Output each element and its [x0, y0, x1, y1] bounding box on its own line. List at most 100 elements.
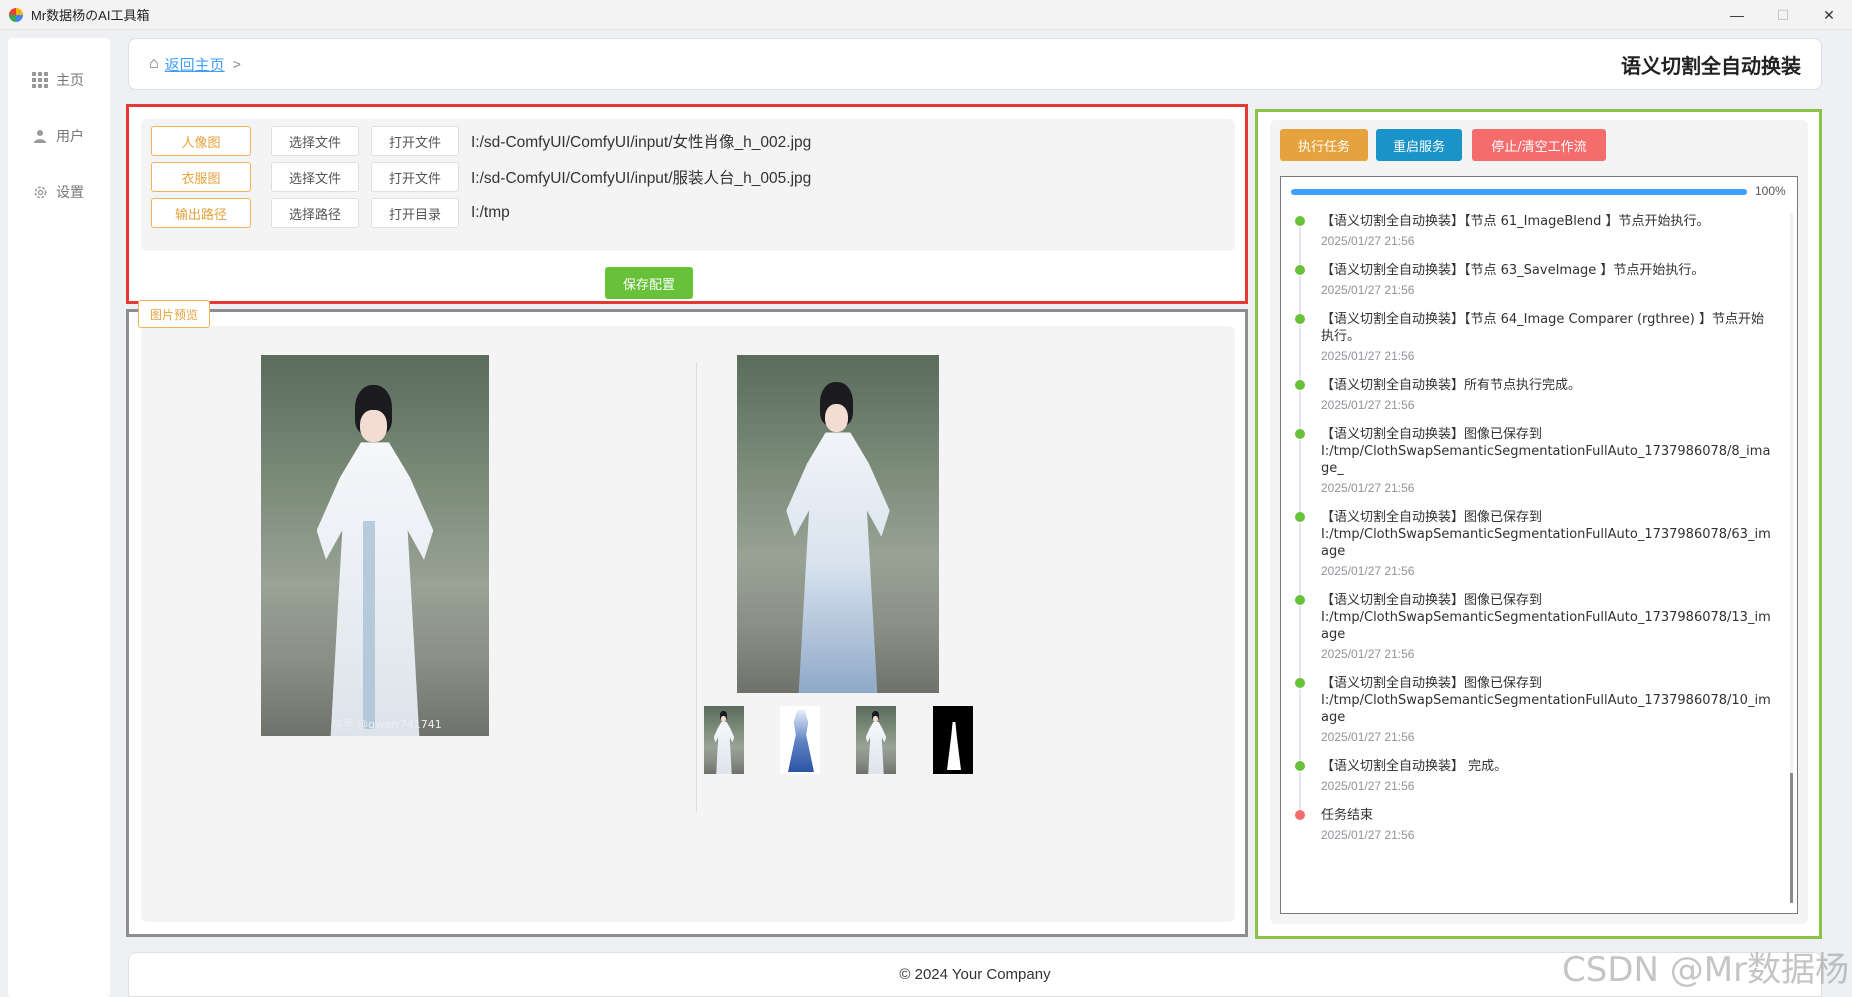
- sidebar-item-label: 用户: [56, 128, 84, 144]
- progress-fill: [1291, 189, 1747, 195]
- timeline-line: [1299, 325, 1301, 383]
- log-scrollbar-thumb[interactable]: [1790, 773, 1793, 903]
- log-time: 2025/01/27 21:56: [1321, 779, 1415, 793]
- page-header: ⌂ 返回主页 > 语义切割全自动换装: [128, 38, 1822, 90]
- stop-clear-workflow-button[interactable]: 停止/清空工作流: [1472, 129, 1606, 161]
- preview-divider: [696, 362, 697, 812]
- output-path: I:/tmp: [471, 204, 510, 221]
- status-dot-icon: [1295, 810, 1305, 820]
- config-row-output: 输出路径 选择路径 打开目录 I:/tmp: [151, 197, 510, 229]
- progress-bar: [1291, 189, 1747, 195]
- output-tag: 输出路径: [151, 198, 251, 228]
- open-portrait-button[interactable]: 打开文件: [371, 126, 459, 156]
- log-item: 【语义切割全自动换装】【节点 61_ImageBlend 】节点开始执行。 202…: [1295, 213, 1773, 268]
- portrait-image: 快手 @qwerr741741: [261, 355, 489, 736]
- log-item: 【语义切割全自动换装】图像已保存到 I:/tmp/ClothSwapSemant…: [1295, 426, 1773, 515]
- page-title: 语义切割全自动换装: [1621, 55, 1801, 78]
- select-output-button[interactable]: 选择路径: [271, 198, 359, 228]
- sidebar-item-user[interactable]: 用户: [8, 108, 110, 164]
- status-dot-icon: [1295, 761, 1305, 771]
- csdn-watermark: CSDN @Mr数据杨: [1562, 950, 1850, 990]
- log-item: 任务结束 2025/01/27 21:56: [1295, 807, 1773, 842]
- portrait-path: I:/sd-ComfyUI/ComfyUI/input/女性肖像_h_002.j…: [471, 134, 812, 151]
- open-output-dir-button[interactable]: 打开目录: [371, 198, 459, 228]
- log-time: 2025/01/27 21:56: [1321, 349, 1415, 363]
- status-dot-icon: [1295, 429, 1305, 439]
- status-dot-icon: [1295, 380, 1305, 390]
- run-task-button[interactable]: 执行任务: [1280, 129, 1368, 161]
- sidebar-item-label: 设置: [56, 184, 84, 200]
- select-cloth-button[interactable]: 选择文件: [271, 162, 359, 192]
- progress-text: 100%: [1755, 184, 1786, 198]
- config-panel: 人像图 选择文件 打开文件 I:/sd-ComfyUI/ComfyUI/inpu…: [126, 104, 1248, 304]
- sidebar-item-settings[interactable]: 设置: [8, 164, 110, 220]
- log-item: 【语义切割全自动换装】图像已保存到 I:/tmp/ClothSwapSemant…: [1295, 509, 1773, 598]
- config-form: 人像图 选择文件 打开文件 I:/sd-ComfyUI/ComfyUI/inpu…: [141, 119, 1235, 251]
- log-item: 【语义切割全自动换装】【节点 63_SaveImage 】节点开始执行。 2025…: [1295, 262, 1773, 317]
- sidebar-item-home[interactable]: 主页: [8, 52, 110, 108]
- preview-tag: 图片预览: [138, 300, 210, 328]
- status-dot-icon: [1295, 265, 1305, 275]
- status-dot-icon: [1295, 314, 1305, 324]
- mask-thumbnail[interactable]: [933, 706, 973, 774]
- log-timeline: 【语义切割全自动换装】【节点 61_ImageBlend 】节点开始执行。 202…: [1295, 213, 1773, 856]
- user-icon: [32, 128, 48, 144]
- status-dot-icon: [1295, 678, 1305, 688]
- close-button[interactable]: ✕: [1806, 0, 1852, 30]
- save-config-button[interactable]: 保存配置: [605, 267, 693, 299]
- result-image[interactable]: [737, 355, 939, 693]
- portrait-tag: 人像图: [151, 126, 251, 156]
- result-thumbnail[interactable]: [704, 706, 744, 774]
- log-scrollbar[interactable]: [1790, 213, 1793, 903]
- status-dot-icon: [1295, 512, 1305, 522]
- log-time: 2025/01/27 21:56: [1321, 481, 1415, 495]
- sidebar: 主页 用户 设置: [8, 38, 110, 997]
- log-time: 2025/01/27 21:56: [1321, 283, 1415, 297]
- log-item: 【语义切割全自动换装】图像已保存到 I:/tmp/ClothSwapSemant…: [1295, 675, 1773, 764]
- status-dot-icon: [1295, 216, 1305, 226]
- preview-panel: 快手 @qwerr741741: [126, 309, 1248, 937]
- grid-icon: [32, 72, 48, 88]
- log-text: 【语义切割全自动换装】所有节点执行完成。: [1321, 378, 1582, 393]
- minimize-button[interactable]: —: [1714, 0, 1760, 30]
- breadcrumb-separator: >: [232, 56, 241, 72]
- timeline-line: [1299, 523, 1301, 598]
- log-item: 【语义切割全自动换装】所有节点执行完成。 2025/01/27 21:56: [1295, 377, 1773, 432]
- gear-icon: [32, 184, 48, 200]
- log-text: 任务结束: [1321, 808, 1374, 823]
- log-text: 【语义切割全自动换装】 完成。: [1321, 759, 1508, 774]
- log-time: 2025/01/27 21:56: [1321, 828, 1415, 842]
- sidebar-item-label: 主页: [56, 72, 84, 88]
- log-text: 【语义切割全自动换装】图像已保存到 I:/tmp/ClothSwapSemant…: [1321, 593, 1771, 642]
- log-time: 2025/01/27 21:56: [1321, 647, 1415, 661]
- window-title: Mr数据杨のAI工具箱: [31, 8, 150, 23]
- open-cloth-button[interactable]: 打开文件: [371, 162, 459, 192]
- restart-service-button[interactable]: 重启服务: [1376, 129, 1462, 161]
- home-icon: ⌂: [149, 55, 159, 72]
- status-dot-icon: [1295, 595, 1305, 605]
- log-box: 100% 【语义切割全自动换装】【节点 61_ImageBlend 】节点开始执…: [1280, 176, 1798, 914]
- cloth-thumbnail[interactable]: [780, 706, 820, 774]
- log-item: 【语义切割全自动换装】【节点 64_Image Comparer (rgthre…: [1295, 311, 1773, 383]
- image-watermark: 快手 @qwerr741741: [331, 718, 442, 732]
- log-text: 【语义切割全自动换装】图像已保存到 I:/tmp/ClothSwapSemant…: [1321, 676, 1771, 725]
- log-text: 【语义切割全自动换装】图像已保存到 I:/tmp/ClothSwapSemant…: [1321, 510, 1771, 559]
- back-home-link[interactable]: 返回主页: [165, 54, 225, 75]
- log-time: 2025/01/27 21:56: [1321, 564, 1415, 578]
- cloth-tag: 衣服图: [151, 162, 251, 192]
- log-text: 【语义切割全自动换装】【节点 63_SaveImage 】节点开始执行。: [1321, 263, 1705, 278]
- select-portrait-button[interactable]: 选择文件: [271, 126, 359, 156]
- task-panel: 执行任务 重启服务 停止/清空工作流 100% 【语义切割全自动换装】【节点 6…: [1255, 109, 1822, 939]
- timeline-line: [1299, 689, 1301, 764]
- timeline-line: [1299, 440, 1301, 515]
- copyright-text: © 2024 Your Company: [899, 966, 1051, 983]
- cloth-path: I:/sd-ComfyUI/ComfyUI/input/服装人台_h_005.j…: [471, 170, 812, 187]
- log-time: 2025/01/27 21:56: [1321, 234, 1415, 248]
- portrait-thumbnail[interactable]: [856, 706, 896, 774]
- app-logo-icon: [9, 7, 23, 22]
- task-area: 执行任务 重启服务 停止/清空工作流 100% 【语义切割全自动换装】【节点 6…: [1270, 120, 1808, 924]
- log-text: 【语义切割全自动换装】【节点 61_ImageBlend 】节点开始执行。: [1321, 214, 1710, 229]
- maximize-button[interactable]: ☐: [1760, 0, 1806, 30]
- config-row-cloth: 衣服图 选择文件 打开文件 I:/sd-ComfyUI/ComfyUI/inpu…: [151, 161, 811, 193]
- config-row-portrait: 人像图 选择文件 打开文件 I:/sd-ComfyUI/ComfyUI/inpu…: [151, 125, 811, 157]
